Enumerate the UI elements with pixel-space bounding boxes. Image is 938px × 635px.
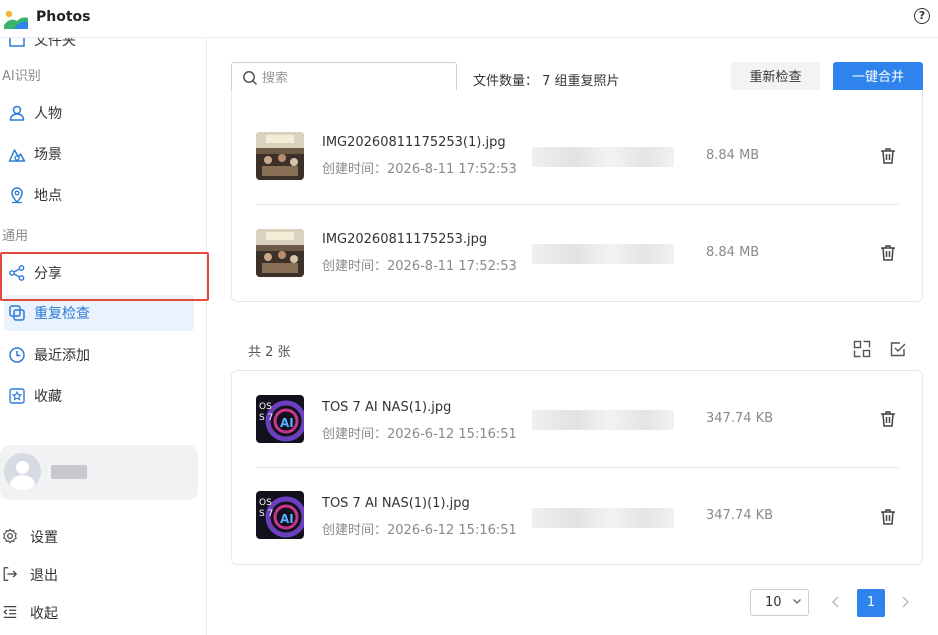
file-created-time: 创建时间：2026-6-12 15:16:51 [322, 523, 517, 538]
share-icon [8, 264, 26, 282]
delete-icon[interactable] [880, 508, 896, 526]
photos-logo-icon [4, 10, 28, 29]
compare-icon[interactable] [853, 340, 871, 358]
file-path-redacted [532, 410, 674, 430]
sidebar-item-favorites[interactable]: 收藏 [0, 378, 195, 414]
sidebar-item-settings[interactable]: 设置 [2, 526, 58, 548]
photo-thumbnail[interactable] [256, 132, 304, 180]
section-heading-ai: AI识别 [2, 69, 41, 84]
sidebar: 文件夹 AI识别 人物 场景 地点 通用 分享 重复检查 最近添加 收藏 设置 … [0, 38, 207, 635]
person-icon [8, 104, 26, 122]
photo-thumbnail[interactable]: OS S 7 AI [256, 491, 304, 539]
duplicate-group-2: OS S 7 AI TOS 7 AI NAS(1).jpg 创建时间：2026-6-… [231, 370, 923, 565]
scene-icon [8, 145, 26, 163]
file-created-time: 创建时间：2026-8-11 17:52:53 [322, 259, 517, 274]
next-page-icon[interactable] [899, 595, 911, 609]
sidebar-item-label: 分享 [34, 266, 62, 282]
photo-thumbnail[interactable] [256, 229, 304, 277]
sidebar-item-share[interactable]: 分享 [0, 255, 195, 291]
group-count-label: 共 2 张 [248, 345, 291, 360]
file-row[interactable]: OS S 7 AI TOS 7 AI NAS(1).jpg 创建时间：2026-6-… [232, 371, 922, 468]
file-name: IMG20260811175253.jpg [322, 232, 488, 247]
file-size: 347.74 KB [706, 411, 774, 426]
file-row[interactable]: OS S 7 AI TOS 7 AI NAS(1)(1).jpg 创建时间：2026… [232, 468, 922, 565]
folder-icon [8, 38, 26, 49]
sidebar-item-label: 最近添加 [34, 348, 90, 364]
title-bar: Photos ? [0, 0, 938, 38]
sidebar-item-label: 场景 [34, 147, 62, 163]
chevron-down-icon [793, 599, 801, 604]
svg-text:AI: AI [280, 512, 294, 526]
file-row[interactable]: IMG20260811175253.jpg 创建时间：2026-8-11 17:… [232, 205, 922, 302]
file-size: 8.84 MB [706, 148, 760, 163]
delete-icon[interactable] [880, 244, 896, 262]
sidebar-item-folders[interactable]: 文件夹 [0, 38, 195, 58]
file-path-redacted [532, 147, 674, 167]
sidebar-item-label: 文件夹 [34, 38, 76, 49]
duplicate-icon [8, 304, 26, 322]
sidebar-item-collapse[interactable]: 收起 [2, 602, 58, 624]
svg-text:S 7: S 7 [259, 509, 273, 519]
prev-page-icon[interactable] [830, 595, 842, 609]
page-size-value: 10 [765, 595, 782, 610]
file-name: TOS 7 AI NAS(1).jpg [322, 400, 452, 415]
location-icon [8, 186, 26, 204]
delete-icon[interactable] [880, 147, 896, 165]
file-count-text: 文件数量： 7 组重复照片 [473, 74, 620, 89]
svg-text:S 7: S 7 [259, 413, 273, 423]
sidebar-item-scenes[interactable]: 场景 [0, 136, 195, 172]
sidebar-item-label: 收起 [30, 606, 58, 622]
svg-text:OS: OS [259, 402, 272, 412]
file-row[interactable]: IMG20260811175253(1).jpg 创建时间：2026-8-11 … [232, 108, 922, 205]
file-created-time: 创建时间：2026-8-11 17:52:53 [322, 162, 517, 177]
sidebar-item-places[interactable]: 地点 [0, 177, 195, 213]
delete-icon[interactable] [880, 410, 896, 428]
sidebar-item-label: 人物 [34, 106, 62, 122]
sidebar-item-label: 设置 [30, 530, 58, 546]
app-title: Photos [36, 9, 91, 25]
sidebar-item-label: 重复检查 [34, 306, 90, 322]
file-path-redacted [532, 508, 674, 528]
file-name: TOS 7 AI NAS(1)(1).jpg [322, 496, 470, 511]
gear-icon [2, 528, 20, 546]
svg-text:OS: OS [259, 498, 272, 508]
search-input[interactable] [262, 70, 442, 86]
search-icon [243, 71, 258, 86]
logout-icon [2, 566, 20, 584]
file-created-time: 创建时间：2026-6-12 15:16:51 [322, 427, 517, 442]
collapse-icon [2, 604, 20, 622]
file-path-redacted [532, 244, 674, 264]
sidebar-item-duplicate-check[interactable]: 重复检查 [4, 295, 194, 331]
sidebar-item-label: 收藏 [34, 389, 62, 405]
duplicate-group-1: IMG20260811175253(1).jpg 创建时间：2026-8-11 … [231, 90, 923, 302]
sidebar-item-label: 退出 [30, 568, 58, 584]
sidebar-item-recent[interactable]: 最近添加 [0, 337, 195, 373]
star-icon [8, 387, 26, 405]
clock-icon [8, 346, 26, 364]
file-size: 8.84 MB [706, 245, 760, 260]
help-icon[interactable]: ? [914, 8, 930, 24]
avatar [4, 453, 41, 490]
section-heading-general: 通用 [2, 229, 29, 244]
select-all-icon[interactable] [889, 340, 907, 358]
file-size: 347.74 KB [706, 508, 774, 523]
page-size-select[interactable]: 10 [750, 589, 809, 616]
username-redacted [51, 465, 87, 479]
svg-text:AI: AI [280, 416, 294, 430]
page-number-current[interactable]: 1 [857, 589, 885, 617]
sidebar-item-label: 地点 [34, 188, 62, 204]
sidebar-item-logout[interactable]: 退出 [2, 564, 58, 586]
user-card[interactable] [0, 445, 198, 500]
file-name: IMG20260811175253(1).jpg [322, 135, 506, 150]
photo-thumbnail[interactable]: OS S 7 AI [256, 395, 304, 443]
sidebar-item-people[interactable]: 人物 [0, 95, 195, 131]
